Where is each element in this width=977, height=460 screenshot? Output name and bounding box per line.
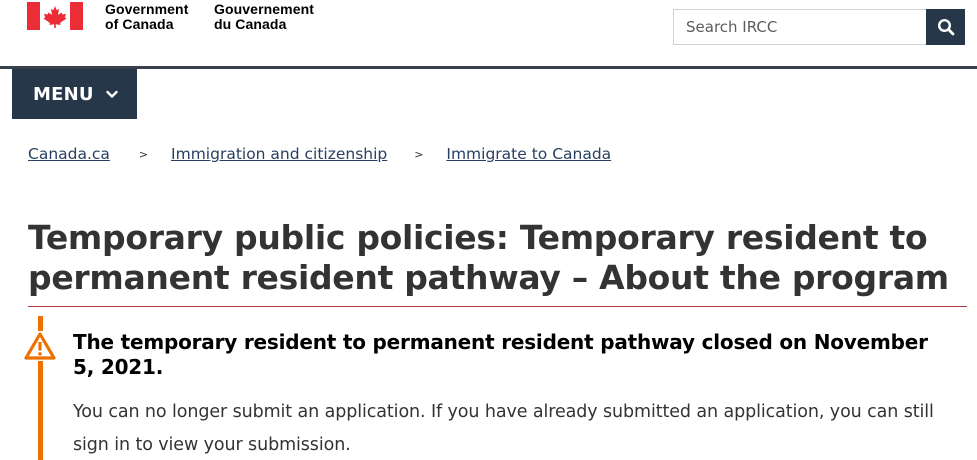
breadcrumb-link-canada-ca[interactable]: Canada.ca — [28, 145, 110, 163]
header-divider — [0, 66, 977, 69]
breadcrumb-separator: > — [414, 147, 424, 161]
search-icon — [937, 18, 955, 36]
site-header: Government of Canada Gouvernement du Can… — [0, 0, 977, 66]
alert-body-text: You can no longer submit an application.… — [73, 402, 934, 455]
title-underline — [28, 306, 967, 307]
canada-flag-logo[interactable] — [27, 2, 83, 30]
menu-label: MENU — [33, 83, 94, 105]
signature-fr-line2: du Canada — [214, 16, 287, 32]
search-form — [673, 9, 965, 45]
search-input[interactable] — [673, 9, 926, 45]
menu-button[interactable]: MENU — [12, 69, 137, 119]
page-title: Temporary public policies: Temporary res… — [28, 218, 949, 297]
breadcrumb-link-immigrate-to-canada[interactable]: Immigrate to Canada — [446, 145, 611, 163]
breadcrumb: Canada.ca > Immigration and citizenship … — [28, 143, 611, 165]
chevron-down-icon — [106, 90, 118, 99]
signature-fr-line1: Gouvernement — [214, 1, 314, 17]
search-button[interactable] — [926, 9, 965, 45]
breadcrumb-link-immigration-citizenship[interactable]: Immigration and citizenship — [171, 145, 387, 163]
signature-en-line1: Government — [105, 1, 189, 17]
government-signature-fr: Gouvernement du Canada — [214, 2, 314, 32]
alert-heading: The temporary resident to permanent resi… — [73, 330, 928, 379]
breadcrumb-separator: > — [138, 147, 149, 161]
warning-icon — [24, 331, 56, 361]
signature-en-line2: of Canada — [105, 16, 174, 32]
government-signature-en: Government of Canada — [105, 2, 188, 32]
